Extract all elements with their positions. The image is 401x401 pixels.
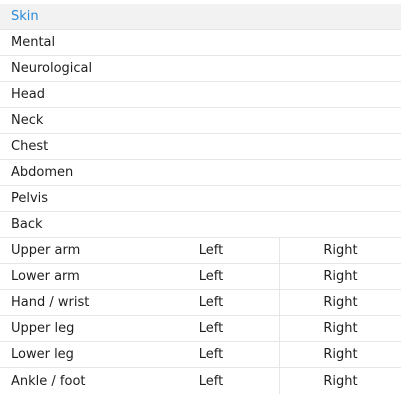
body-part-item-pelvis[interactable]: Pelvis xyxy=(0,186,401,212)
side-right-option[interactable]: Right xyxy=(279,316,401,341)
body-part-label: Pelvis xyxy=(11,191,49,206)
body-part-item-ankle-foot: Ankle / foot Left Right xyxy=(0,368,401,394)
side-left-option[interactable]: Left xyxy=(191,342,279,367)
body-part-item-upper-leg: Upper leg Left Right xyxy=(0,316,401,342)
side-right-label: Right xyxy=(323,347,358,362)
body-part-label: Neck xyxy=(11,113,44,128)
body-part-item-abdomen[interactable]: Abdomen xyxy=(0,160,401,186)
side-right-label: Right xyxy=(323,373,358,389)
body-part-item-neurological[interactable]: Neurological xyxy=(0,56,401,82)
body-part-item-back[interactable]: Back xyxy=(0,212,401,238)
side-left-label: Left xyxy=(198,269,224,284)
side-right-label: Right xyxy=(323,321,358,336)
body-part-label: Ankle / foot xyxy=(11,373,86,389)
body-part-label: Skin xyxy=(11,9,39,24)
side-left-option[interactable]: Left xyxy=(191,238,279,263)
side-left-label: Left xyxy=(198,347,224,362)
side-left-option[interactable]: Left xyxy=(191,368,279,394)
body-part-item-mental[interactable]: Mental xyxy=(0,30,401,56)
side-right-label: Right xyxy=(323,295,358,310)
body-part-label: Back xyxy=(11,217,43,232)
side-right-label: Right xyxy=(323,243,358,258)
body-part-item-lower-arm: Lower arm Left Right xyxy=(0,264,401,290)
side-right-option[interactable]: Right xyxy=(279,290,401,315)
body-part-item-chest[interactable]: Chest xyxy=(0,134,401,160)
side-right-option[interactable]: Right xyxy=(279,264,401,289)
side-left-label: Left xyxy=(198,321,224,336)
body-part-list: Skin Mental Neurological Head Neck Chest… xyxy=(0,4,401,394)
body-part-label: Upper leg xyxy=(11,321,75,336)
side-left-label: Left xyxy=(198,243,224,258)
side-right-option[interactable]: Right xyxy=(279,342,401,367)
body-part-item-skin[interactable]: Skin xyxy=(0,4,401,30)
side-right-option[interactable]: Right xyxy=(279,238,401,263)
body-part-label: Neurological xyxy=(11,61,93,76)
body-part-item-hand-wrist: Hand / wrist Left Right xyxy=(0,290,401,316)
side-left-label: Left xyxy=(198,295,224,310)
side-left-option[interactable]: Left xyxy=(191,316,279,341)
body-part-label: Abdomen xyxy=(11,165,74,180)
body-part-label: Mental xyxy=(11,35,56,50)
body-part-label: Chest xyxy=(11,139,49,154)
body-part-item-head[interactable]: Head xyxy=(0,82,401,108)
body-part-label: Hand / wrist xyxy=(11,295,90,310)
body-part-label: Lower arm xyxy=(11,269,80,284)
body-part-label: Head xyxy=(11,87,45,102)
body-part-item-upper-arm: Upper arm Left Right xyxy=(0,238,401,264)
side-right-option[interactable]: Right xyxy=(279,368,401,394)
side-left-label: Left xyxy=(198,373,224,389)
body-part-label: Upper arm xyxy=(11,243,81,258)
body-part-item-neck[interactable]: Neck xyxy=(0,108,401,134)
body-part-item-lower-leg: Lower leg Left Right xyxy=(0,342,401,368)
side-left-option[interactable]: Left xyxy=(191,290,279,315)
side-left-option[interactable]: Left xyxy=(191,264,279,289)
side-right-label: Right xyxy=(323,269,358,284)
body-part-label: Lower leg xyxy=(11,347,74,362)
